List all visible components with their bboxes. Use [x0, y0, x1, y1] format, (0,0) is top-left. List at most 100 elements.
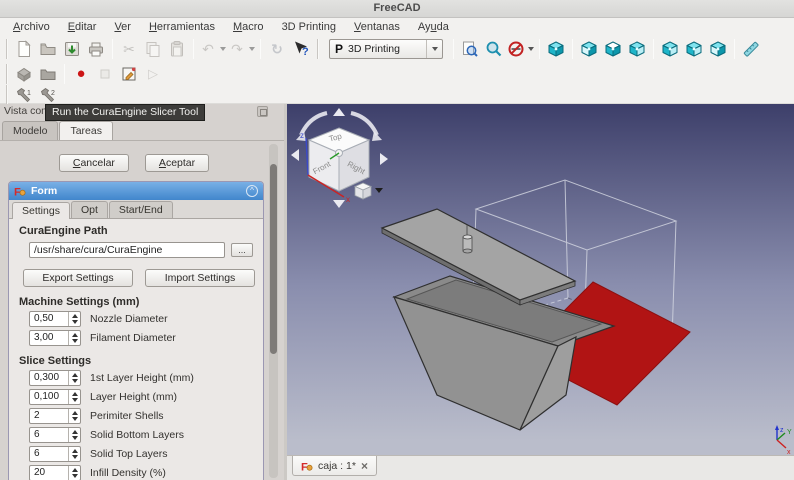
spin-up-icon[interactable] [71, 468, 78, 472]
spin-up-icon[interactable] [71, 333, 78, 337]
fit-selection-button[interactable] [483, 38, 505, 60]
spin-down-icon[interactable] [71, 398, 78, 402]
infill-density-spin-buttons[interactable] [68, 466, 80, 480]
import-settings-button[interactable]: Import Settings [145, 269, 255, 287]
nav-arrow-right-icon[interactable] [380, 153, 388, 165]
macro-stop-button[interactable] [94, 63, 116, 85]
cura-slicer-1-button[interactable]: 1 [13, 84, 35, 106]
document-tab[interactable]: F caja : 1* × [292, 456, 377, 476]
view-top-button[interactable] [602, 38, 624, 60]
macro-play-button[interactable]: ▷ [142, 63, 164, 85]
menu-ver[interactable]: Ver [105, 18, 140, 36]
print-button[interactable] [85, 38, 107, 60]
mini-cube-icon[interactable] [354, 182, 372, 200]
cancel-button[interactable]: Cancelar [58, 154, 129, 172]
dropdown-arrow-icon[interactable] [528, 47, 535, 51]
tab-opt[interactable]: Opt [70, 201, 108, 218]
spin-up-icon[interactable] [71, 430, 78, 434]
macro-folder-button[interactable] [37, 63, 59, 85]
spin-down-icon[interactable] [71, 455, 78, 459]
menu-3d-printing[interactable]: 3D Printing [273, 18, 345, 36]
navigation-cube[interactable]: Top Front Right z x [291, 108, 388, 208]
tab-tareas[interactable]: Tareas [59, 121, 113, 140]
nozzle-diameter-spin-buttons[interactable] [68, 312, 80, 326]
workbench-box-button[interactable] [13, 63, 35, 85]
spin-down-icon[interactable] [71, 320, 78, 324]
toolbar-handle[interactable] [6, 84, 8, 105]
cut-button[interactable]: ✂ [118, 38, 140, 60]
nozzle-diameter-value[interactable]: 0,50 [30, 312, 68, 326]
save-button[interactable] [61, 38, 83, 60]
fit-all-button[interactable] [459, 38, 481, 60]
nav-settings-dropdown-icon[interactable] [375, 188, 383, 193]
layer-height-mm-spin-buttons[interactable] [68, 390, 80, 404]
filament-diameter-spin-buttons[interactable] [68, 331, 80, 345]
filament-diameter-spinbox[interactable]: 3,00 [29, 330, 81, 346]
rotate-left-arc-icon[interactable] [299, 111, 328, 136]
spin-down-icon[interactable] [71, 339, 78, 343]
view-axonometric-button[interactable] [545, 38, 567, 60]
menu-ventanas[interactable]: Ventanas [345, 18, 409, 36]
view-right-button[interactable] [626, 38, 648, 60]
nozzle-diameter-spinbox[interactable]: 0,50 [29, 311, 81, 327]
menu-macro[interactable]: Macro [224, 18, 273, 36]
spin-up-icon[interactable] [71, 314, 78, 318]
layer-height-mm-value[interactable]: 0,100 [30, 390, 68, 404]
1st-layer-height-mm-value[interactable]: 0,300 [30, 371, 68, 385]
1st-layer-height-mm-spinbox[interactable]: 0,300 [29, 370, 81, 386]
nav-arrow-left-icon[interactable] [291, 149, 299, 161]
task-scrollbar[interactable] [269, 144, 278, 478]
infill-density-spinbox[interactable]: 20 [29, 465, 81, 480]
spin-down-icon[interactable] [71, 417, 78, 421]
draw-style-button[interactable] [507, 38, 535, 60]
perimiter-shells-value[interactable]: 2 [30, 409, 68, 423]
solid-bottom-layers-value[interactable]: 6 [30, 428, 68, 442]
solid-top-layers-value[interactable]: 6 [30, 447, 68, 461]
workbench-dropdown-arrow-icon[interactable] [426, 40, 442, 58]
view-rear-button[interactable] [659, 38, 681, 60]
dropdown-arrow-icon[interactable] [220, 47, 226, 51]
rotate-right-arc-icon[interactable] [350, 111, 379, 136]
spin-down-icon[interactable] [71, 379, 78, 383]
macro-record-button[interactable]: ● [70, 63, 92, 85]
undo-button[interactable]: ↶ [199, 38, 226, 60]
view-front-button[interactable] [578, 38, 600, 60]
edit-macro-button[interactable] [118, 63, 140, 85]
collapse-form-icon[interactable]: ^ [246, 185, 258, 197]
slicer-tool-2-button[interactable]: 2 [37, 84, 59, 106]
workbench-selector[interactable]: P 3D Printing [329, 39, 444, 59]
curaengine-path-input[interactable] [29, 242, 225, 258]
menu-herramientas[interactable]: Herramientas [140, 18, 224, 36]
nav-arrow-up-icon[interactable] [333, 108, 345, 116]
browse-button[interactable]: ... [231, 243, 253, 257]
dropdown-arrow-icon[interactable] [249, 47, 255, 51]
1st-layer-height-mm-spin-buttons[interactable] [68, 371, 80, 385]
spin-up-icon[interactable] [71, 449, 78, 453]
float-panel-icon[interactable] [257, 106, 268, 117]
solid-top-layers-spinbox[interactable]: 6 [29, 446, 81, 462]
task-scrollbar-handle[interactable] [270, 164, 277, 354]
solid-bottom-layers-spinbox[interactable]: 6 [29, 427, 81, 443]
redo-button[interactable]: ↷ [228, 38, 255, 60]
measure-distance-button[interactable] [740, 38, 762, 60]
spin-down-icon[interactable] [71, 436, 78, 440]
spin-up-icon[interactable] [71, 411, 78, 415]
menu-editar[interactable]: Editar [59, 18, 106, 36]
toolbar-handle[interactable] [6, 39, 8, 59]
tab-start-end[interactable]: Start/End [108, 201, 173, 218]
filament-diameter-value[interactable]: 3,00 [30, 331, 68, 345]
toolbar-handle[interactable] [317, 39, 319, 59]
menu-archivo[interactable]: Archivo [4, 18, 59, 36]
whats-this-button[interactable]: ? [290, 38, 312, 60]
nav-arrow-down-icon[interactable] [333, 200, 345, 208]
infill-density-value[interactable]: 20 [30, 466, 68, 480]
perimiter-shells-spin-buttons[interactable] [68, 409, 80, 423]
paste-button[interactable] [166, 38, 188, 60]
view-left-button[interactable] [707, 38, 729, 60]
close-tab-icon[interactable]: × [361, 460, 368, 472]
view-bottom-button[interactable] [683, 38, 705, 60]
refresh-button[interactable]: ↻ [266, 38, 288, 60]
spin-up-icon[interactable] [71, 373, 78, 377]
new-file-button[interactable] [13, 38, 35, 60]
perimiter-shells-spinbox[interactable]: 2 [29, 408, 81, 424]
